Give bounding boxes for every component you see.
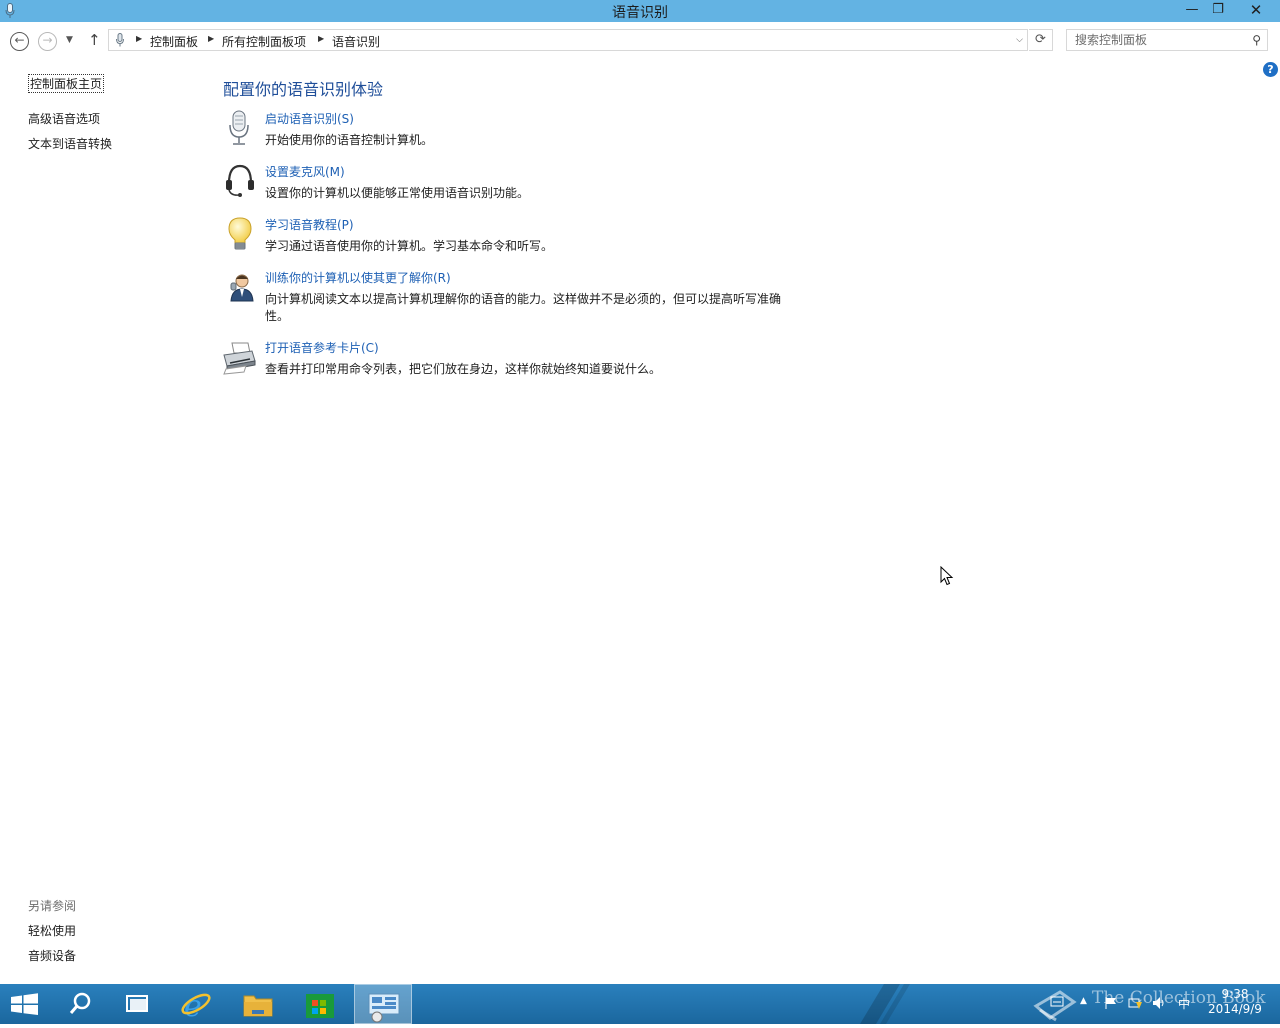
breadcrumb-speech-recognition[interactable]: 语音识别 [332, 33, 380, 50]
taskbar-decoration-icon [860, 984, 910, 1024]
refresh-button[interactable]: ⟳ [1029, 29, 1053, 51]
forward-button[interactable]: → [38, 32, 57, 51]
window-title: 语音识别 [612, 5, 668, 21]
search-button[interactable] [56, 984, 112, 1024]
printer-icon [223, 342, 256, 375]
taskbar: e The Collection Book ▲ 中 9:38 2014/9/9 [0, 984, 1280, 1024]
breadcrumb-control-panel[interactable]: 控制面板 [150, 33, 198, 50]
search-icon [69, 992, 91, 1014]
breadcrumb-separator-icon[interactable]: ▶ [318, 34, 324, 43]
clock-time: 9:38 [1221, 987, 1249, 1001]
task-description: 查看并打印常用命令列表，把它们放在身边，这样你就始终知道要说什么。 [265, 362, 662, 376]
text-to-speech-link[interactable]: 文本到语音转换 [28, 135, 112, 152]
file-explorer-button[interactable] [230, 984, 286, 1024]
network-warning-icon[interactable] [1128, 996, 1144, 1010]
page-title: 配置你的语音识别体验 [223, 80, 384, 99]
control-panel-icon [368, 993, 400, 1023]
task-view-button[interactable] [112, 984, 168, 1024]
task-description: 向计算机阅读文本以提高计算机理解你的语音的能力。这样做并不是必须的，但可以提高听… [265, 292, 782, 323]
task-view-icon [126, 995, 148, 1012]
minimize-button[interactable]: — [1178, 0, 1206, 22]
search-box[interactable]: ⚲ [1066, 29, 1268, 51]
action-center-flag-icon[interactable] [1104, 996, 1118, 1010]
microphone-icon [116, 33, 124, 47]
ease-of-access-link[interactable]: 轻松使用 [28, 922, 76, 939]
help-icon[interactable]: ? [1263, 62, 1278, 77]
task-description: 设置你的计算机以便能够正常使用语音识别功能。 [265, 186, 530, 200]
speech-tutorial-link[interactable]: 学习语音教程(P) [265, 216, 354, 233]
volume-icon[interactable] [1152, 996, 1166, 1010]
control-panel-home-link[interactable]: 控制面板主页 [28, 74, 105, 93]
task-description: 开始使用你的语音控制计算机。 [265, 133, 434, 147]
close-button[interactable]: ✕ [1232, 0, 1280, 22]
advanced-speech-options-link[interactable]: 高级语音选项 [28, 110, 100, 127]
recent-locations-dropdown[interactable]: ▼ [66, 35, 73, 45]
store-button[interactable] [292, 984, 348, 1024]
internet-explorer-button[interactable]: e [168, 984, 224, 1024]
up-button[interactable]: ↑ [88, 31, 101, 49]
system-tray: ▲ 中 [1050, 984, 1200, 1024]
title-bar: 语音识别 — ❐ ✕ [0, 0, 1280, 22]
task-description: 学习通过语音使用你的计算机。学习基本命令和听写。 [265, 239, 554, 253]
back-button[interactable]: ← [10, 32, 29, 51]
train-computer-link[interactable]: 训练你的计算机以使其更了解你(R) [265, 269, 451, 286]
folder-icon [243, 995, 273, 1017]
see-also-label: 另请参阅 [28, 899, 77, 913]
store-icon [306, 994, 334, 1018]
breadcrumb-separator-icon[interactable]: ▶ [136, 34, 142, 43]
lightbulb-icon [228, 217, 252, 250]
clock-date: 2014/9/9 [1208, 1002, 1262, 1016]
breadcrumb-all-items[interactable]: 所有控制面板项 [222, 33, 306, 50]
windows-logo-icon [11, 993, 38, 1015]
breadcrumb-separator-icon[interactable]: ▶ [208, 34, 214, 43]
ime-indicator[interactable]: 中 [1178, 995, 1190, 1012]
navigation-bar: ← → ▼ ↑ ▶ 控制面板 ▶ 所有控制面板项 ▶ 语音识别 ⌵ ⟳ ⚲ [0, 26, 1280, 54]
setup-microphone-link[interactable]: 设置麦克风(M) [265, 163, 345, 180]
reference-card-link[interactable]: 打开语音参考卡片(C) [265, 339, 379, 356]
search-input[interactable] [1075, 32, 1245, 48]
search-icon[interactable]: ⚲ [1252, 33, 1261, 47]
restore-button[interactable]: ❐ [1204, 0, 1232, 22]
show-hidden-icons-icon[interactable]: ▲ [1080, 996, 1087, 1006]
mouse-cursor-icon [940, 566, 954, 586]
headset-icon [226, 164, 254, 197]
user-training-icon [230, 274, 254, 302]
audio-devices-link[interactable]: 音频设备 [28, 947, 76, 964]
control-panel-taskbar-button[interactable] [354, 984, 412, 1024]
microphone-icon [229, 110, 249, 145]
svg-text:e: e [184, 989, 202, 1024]
internet-explorer-icon: e [181, 989, 211, 1024]
chevron-down-icon[interactable]: ⌵ [1016, 35, 1023, 45]
keyboard-icon[interactable] [1050, 996, 1064, 1008]
start-speech-recognition-link[interactable]: 启动语音识别(S) [265, 110, 354, 127]
clock[interactable]: 9:38 2014/9/9 [1200, 987, 1270, 1017]
start-button[interactable] [0, 984, 56, 1024]
address-bar[interactable]: ▶ 控制面板 ▶ 所有控制面板项 ▶ 语音识别 ⌵ [108, 29, 1028, 51]
